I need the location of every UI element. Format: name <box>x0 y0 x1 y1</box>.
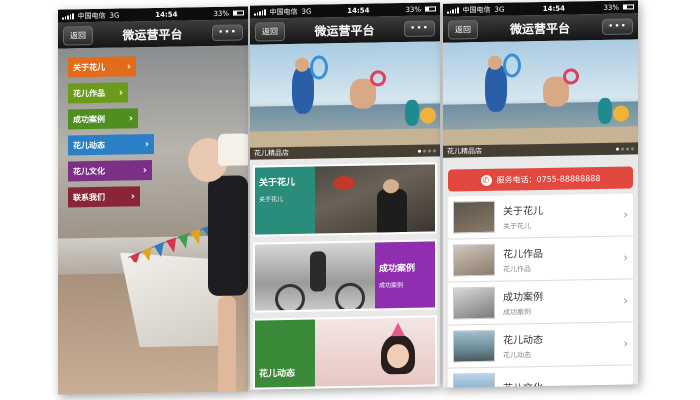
carrier-label: 中国电信 <box>462 5 491 14</box>
battery-icon <box>233 10 244 16</box>
tile-about[interactable]: 关于花儿 关于花儿 <box>253 162 437 237</box>
nav-bar: 返回 微运营平台 ••• <box>58 19 248 49</box>
network-label: 3G <box>301 7 312 16</box>
more-button[interactable]: ••• <box>212 24 243 41</box>
clock: 14:54 <box>542 4 566 13</box>
menu-item-culture[interactable]: 花儿文化 › <box>68 160 152 182</box>
menu-item-works[interactable]: 花儿作品 › <box>68 82 128 104</box>
list-item[interactable]: 花儿文化 › <box>448 365 633 388</box>
list-item[interactable]: 成功案例 成功案例 › <box>448 279 633 326</box>
tile-grid: 关于花儿 关于花儿 成功案例 成功案例 花儿动态 <box>253 162 437 390</box>
nav-bar: 返回 微运营平台 ••• <box>250 15 440 45</box>
tile-cases[interactable]: 成功案例 成功案例 <box>253 239 437 313</box>
network-label: 3G <box>109 11 120 20</box>
phone-screen-menu: 中国电信 3G 14:54 33% 返回 微运营平台 ••• 关于花儿 › 花儿… <box>58 6 248 395</box>
showcase-stage: 中国电信 3G 14:54 33% 返回 微运营平台 ••• 关于花儿 › 花儿… <box>0 0 700 400</box>
battery-percent: 33% <box>213 9 229 18</box>
side-menu: 关于花儿 › 花儿作品 › 成功案例 › 花儿动态 › 花儿文化 › 联系我们 › <box>68 56 154 208</box>
chevron-right-icon: › <box>144 138 149 150</box>
carousel-dots[interactable] <box>616 146 634 151</box>
chevron-right-icon: › <box>623 336 628 351</box>
chevron-right-icon: › <box>623 379 628 388</box>
carrier-label: 中国电信 <box>77 11 106 20</box>
thumbnail <box>453 286 495 320</box>
banner-photo[interactable] <box>443 39 638 158</box>
clock: 14:54 <box>347 6 370 15</box>
battery-percent: 33% <box>603 3 619 12</box>
thumbnail <box>453 329 495 363</box>
chevron-right-icon: › <box>128 112 133 124</box>
content-list: 关于花儿 关于花儿 › 花儿作品 花儿作品 › 成功案例 成功案例 › 花儿动态 花儿动… <box>448 193 633 388</box>
menu-item-news[interactable]: 花儿动态 › <box>68 133 154 156</box>
phone-screen-list: 中国电信 3G 14:54 33% 返回 微运营平台 ••• 花儿精品店 ✆ 服… <box>443 0 638 388</box>
page-title: 微运营平台 <box>510 20 571 37</box>
banner-caption: 花儿精品店 <box>250 144 440 160</box>
back-button[interactable]: 返回 <box>448 19 478 40</box>
back-button[interactable]: 返回 <box>63 25 93 46</box>
clock: 14:54 <box>155 10 178 19</box>
network-label: 3G <box>494 5 505 14</box>
chevron-right-icon: › <box>623 293 628 308</box>
menu-item-cases[interactable]: 成功案例 › <box>68 108 138 130</box>
nav-bar: 返回 微运营平台 ••• <box>443 13 638 43</box>
signal-icon <box>254 8 266 16</box>
chevron-right-icon: › <box>126 60 131 72</box>
thumbnail <box>453 243 495 277</box>
battery-icon <box>425 6 436 12</box>
battery-percent: 33% <box>405 5 421 14</box>
thumbnail <box>453 200 495 234</box>
chevron-right-icon: › <box>118 87 123 99</box>
chevron-right-icon: › <box>623 207 628 222</box>
carrier-label: 中国电信 <box>269 7 298 16</box>
phone-screen-tiles: 中国电信 3G 14:54 33% 返回 微运营平台 ••• 花儿精品店 关于花… <box>250 2 440 390</box>
signal-icon <box>62 12 74 20</box>
call-button[interactable]: ✆ 服务电话：0755-88888888 <box>448 166 633 192</box>
list-item[interactable]: 花儿作品 花儿作品 › <box>448 236 633 283</box>
child-figure <box>208 175 248 297</box>
menu-item-about[interactable]: 关于花儿 › <box>68 56 136 78</box>
list-item[interactable]: 关于花儿 关于花儿 › <box>448 193 633 240</box>
tile-photo <box>315 317 435 387</box>
chevron-right-icon: › <box>142 164 147 176</box>
tile-news[interactable]: 花儿动态 <box>253 315 437 390</box>
page-title: 微运营平台 <box>314 22 375 39</box>
more-button[interactable]: ••• <box>602 18 633 35</box>
back-button[interactable]: 返回 <box>255 21 285 42</box>
page-title: 微运营平台 <box>122 26 183 43</box>
more-button[interactable]: ••• <box>404 20 435 37</box>
chevron-right-icon: › <box>130 190 135 202</box>
phone-icon: ✆ <box>480 174 492 186</box>
tile-photo <box>315 164 435 234</box>
carousel-dots[interactable] <box>418 148 436 153</box>
list-item[interactable]: 花儿动态 花儿动态 › <box>448 322 633 369</box>
tile-photo <box>255 242 375 311</box>
banner-caption: 花儿精品店 <box>443 142 638 158</box>
menu-item-contact[interactable]: 联系我们 › <box>68 186 140 208</box>
battery-icon <box>623 4 634 10</box>
thumbnail <box>453 372 495 388</box>
banner-photo[interactable] <box>250 41 440 160</box>
signal-icon <box>447 6 459 14</box>
chevron-right-icon: › <box>623 250 628 265</box>
